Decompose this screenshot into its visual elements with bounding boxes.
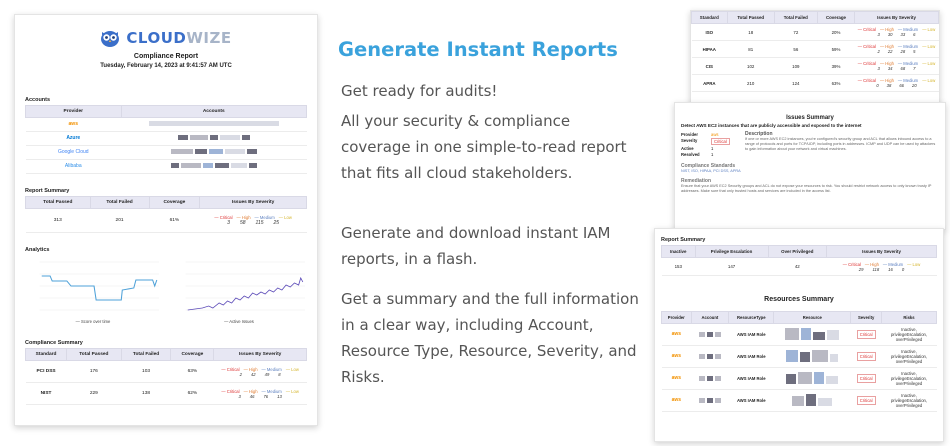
col-issues-by-severity: Issues By Severity <box>199 196 307 209</box>
table-row: Azure <box>25 131 307 146</box>
resources-summary-title: Resources Summary <box>764 296 834 303</box>
aws-icon: aws <box>671 353 682 360</box>
table-row: PCI DSS17610363% CriticalHighMediumLow24… <box>25 360 307 383</box>
chart1-legend: — Score over time <box>75 319 111 324</box>
table-row: CIS10210939%CriticalHighMediumLow334687 <box>691 57 939 75</box>
paragraph-audits: Get ready for audits! <box>341 82 498 100</box>
active-issues-chart: — Active Issues <box>171 256 307 324</box>
iam-summary-title: Report Summary <box>661 237 706 243</box>
table-row: aws AWS IAM Role Critical Inactive, privile… <box>661 323 937 346</box>
table-row: aws AWS IAM Role Critical Inactive, privile… <box>661 345 937 368</box>
issue-field: Provider aws <box>681 132 719 137</box>
table-row: Alibaba <box>25 159 307 174</box>
aws-icon: aws <box>671 375 682 382</box>
issue-field: Active 1 <box>681 146 714 151</box>
headline: Generate Instant Reports <box>338 38 618 61</box>
standards-table: Standard Total Passed Total Failed Coverage… <box>691 11 939 92</box>
issue-standards: NIST, ISO, HIPAA, PCI DSS, APRA <box>681 169 741 174</box>
iam-report-preview: Report Summary Inactive Privilege Escalat… <box>654 228 944 442</box>
analytics-title: Analytics <box>25 247 50 253</box>
compliance-summary-table: Standard Total Passed Total Failed Coverage… <box>24 348 307 405</box>
issues-summary-title: Issues Summary <box>786 115 834 121</box>
issues-summary-preview: Issues Summary Detect AWS EC2 instances … <box>674 102 946 230</box>
azure-icon: Azure <box>66 135 81 142</box>
aws-icon: aws <box>671 331 682 338</box>
issue-subtitle: Detect AWS EC2 instances that are public… <box>681 123 862 128</box>
alibaba-icon: Alibaba <box>64 163 82 170</box>
resources-table: Provider Account ResourceType Resource Sever… <box>661 311 937 412</box>
col-accounts: Accounts <box>120 105 308 118</box>
table-row: aws AWS IAM Role Critical Inactive, privile… <box>661 389 937 412</box>
aws-icon: aws <box>671 397 682 404</box>
analytics-charts: — Score over time — Active Issues <box>25 256 307 324</box>
col-total-failed: Total Failed <box>89 196 150 209</box>
total-passed-value: 313 <box>25 208 91 233</box>
brand-name: CLOUDWIZE <box>126 29 232 47</box>
table-row: Google Cloud <box>25 145 307 160</box>
coverage-value: 61% <box>149 208 200 233</box>
report-summary-table: Total Passed Total Failed Coverage Issues B… <box>25 196 307 233</box>
total-failed-value: 201 <box>90 208 150 233</box>
paragraph-summary: Get a summary and the full information i… <box>341 290 639 386</box>
redacted-account <box>148 121 279 126</box>
aws-icon: aws <box>68 121 78 128</box>
score-over-time-chart: — Score over time <box>25 256 161 324</box>
owl-icon <box>101 31 120 47</box>
report-title: Compliance Report <box>133 53 199 60</box>
severity-breakdown: CriticalHighMediumLow 35811525 <box>214 215 292 226</box>
compliance-report-preview: CLOUDWIZE Compliance Report Tuesday, Feb… <box>14 14 318 426</box>
table-row: aws AWS IAM Role Critical Inactive, privile… <box>661 367 937 390</box>
col-provider: Provider <box>25 105 122 118</box>
accounts-section-title: Accounts <box>25 97 51 103</box>
table-row: ISO187220%CriticalHighMediumLow330336 <box>691 23 939 41</box>
brand-logo: CLOUDWIZE <box>25 29 307 47</box>
report-summary-title: Report Summary <box>25 188 70 194</box>
table-row: HIPAA815659%CriticalHighMediumLow222285 <box>691 40 939 58</box>
compliance-summary-title: Compliance Summary <box>25 340 83 346</box>
table-row: 313 201 61% CriticalHighMediumLow 358115… <box>25 208 307 233</box>
table-row: aws <box>25 117 307 132</box>
table-row: 15314742CriticalHighMediumLow29118160 <box>661 257 937 276</box>
report-date: Tuesday, February 14, 2023 at 9:41:57 AM… <box>100 63 232 69</box>
issue-field: Resolved 1 <box>681 152 714 157</box>
table-row: APRA21012463%CriticalHighMediumLow038662… <box>691 74 939 92</box>
issue-description: If one or more AWS EC2 instances, you're… <box>745 137 936 151</box>
google-cloud-icon: Google Cloud <box>57 149 89 156</box>
issue-remediation: Ensure that your AWS EC2 Security groups… <box>681 184 932 193</box>
issue-field: Severity Critical <box>681 138 739 145</box>
table-row: NIST22913862% CriticalHighMediumLow34676… <box>25 382 307 405</box>
paragraph-iam: Generate and download instant IAM report… <box>341 224 611 268</box>
paragraph-coverage: All your security & compliance coverage … <box>341 112 627 182</box>
iam-summary-table: Inactive Privilege Escalation Over Privile… <box>661 245 937 276</box>
col-coverage: Coverage <box>148 196 201 209</box>
chart2-legend: — Active Issues <box>224 319 254 324</box>
accounts-table: Provider Accounts aws Azure Google Cloud … <box>25 105 308 174</box>
col-total-passed: Total Passed <box>25 196 91 209</box>
standards-report-preview: Standard Total Passed Total Failed Coverage… <box>690 10 940 114</box>
